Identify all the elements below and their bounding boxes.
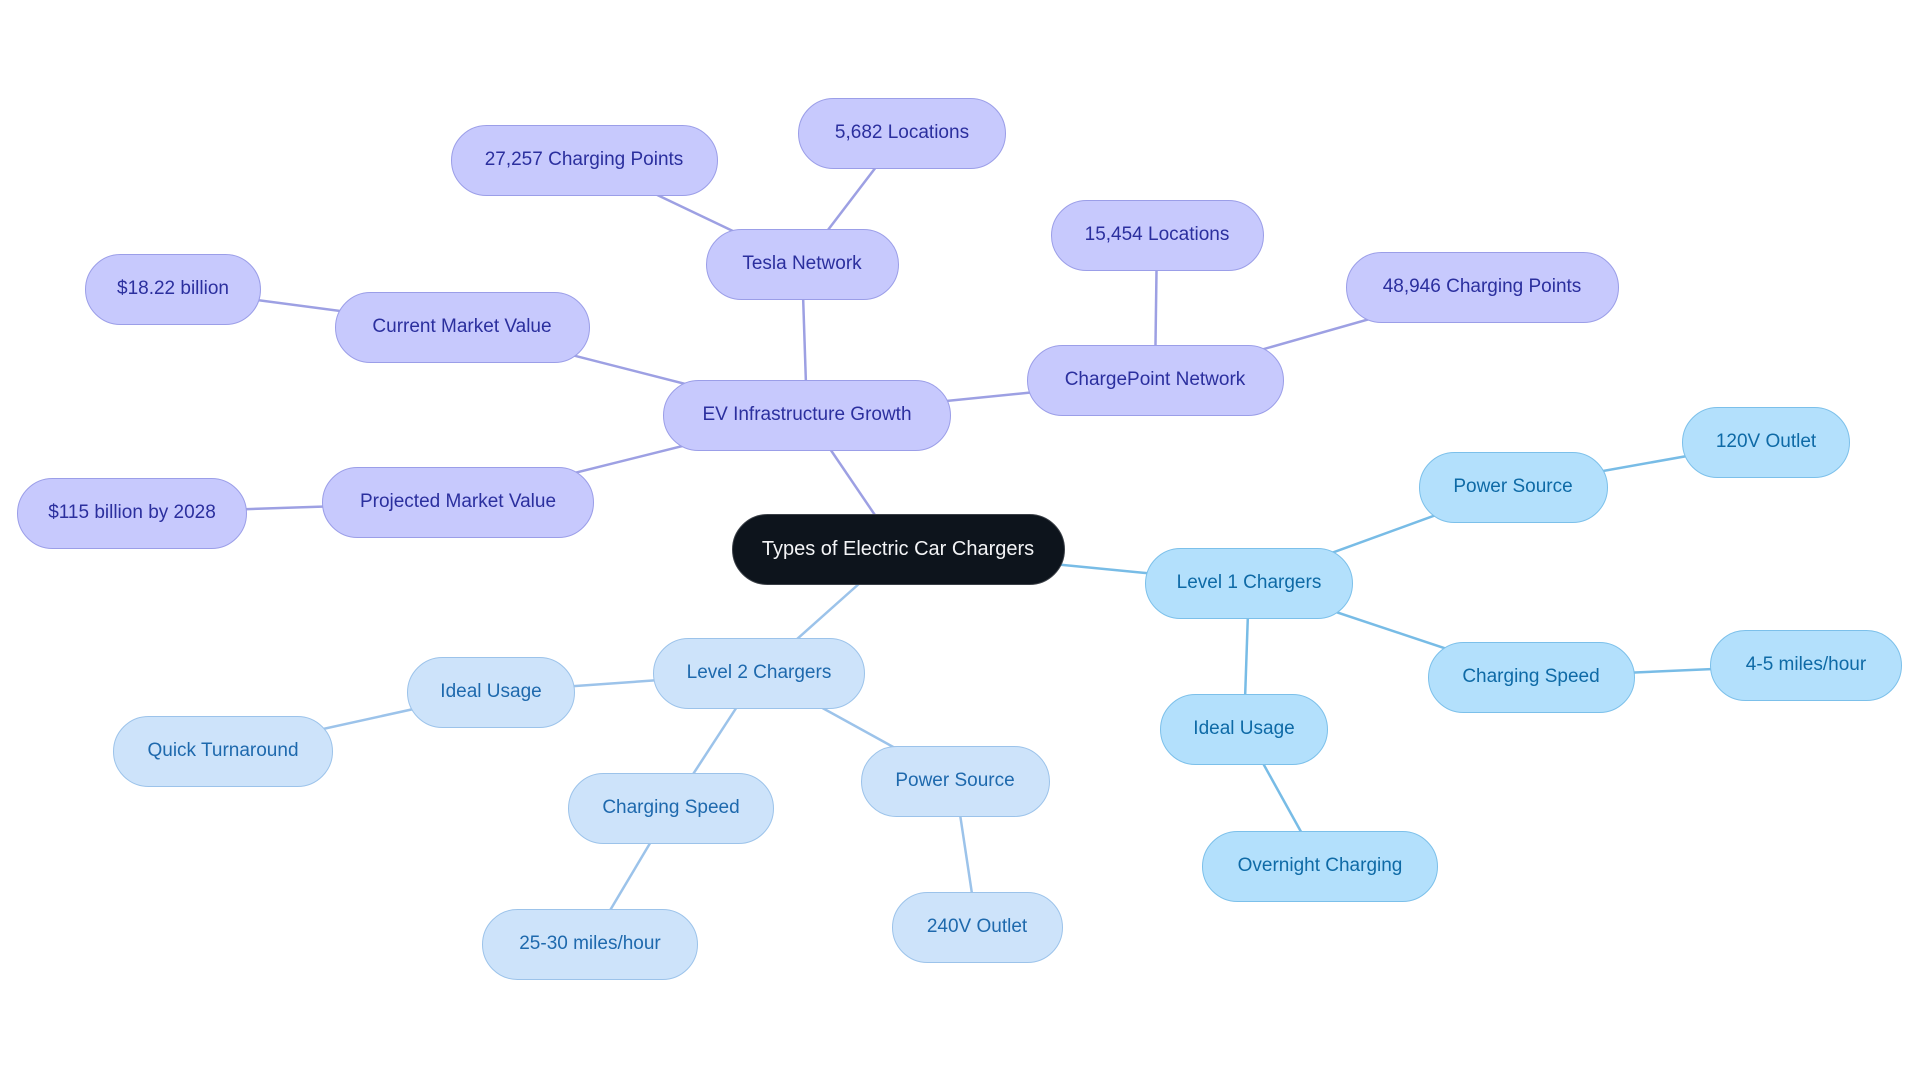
- mind-map-canvas: Types of Electric Car Chargers EV Infrast…: [0, 0, 1920, 1083]
- node-label: 27,257 Charging Points: [484, 149, 684, 170]
- node-projected-mv[interactable]: Projected Market Value: [322, 466, 594, 538]
- node-label: EV Infrastructure Growth: [702, 404, 912, 425]
- node-label: Tesla Network: [742, 253, 862, 274]
- node-cp-points[interactable]: 48,946 Charging Points: [1345, 251, 1619, 323]
- node-label: Quick Turnaround: [147, 740, 299, 761]
- node-label: Charging Speed: [1462, 666, 1600, 687]
- node-label: 25-30 miles/hour: [519, 933, 661, 954]
- node-label: 5,682 Locations: [834, 122, 970, 143]
- node-tesla[interactable]: Tesla Network: [705, 228, 899, 300]
- node-ev-infra[interactable]: EV Infrastructure Growth: [663, 379, 951, 451]
- node-label: 4-5 miles/hour: [1745, 654, 1867, 675]
- node-label: ChargePoint Network: [1064, 369, 1246, 390]
- node-l2-speed-val[interactable]: 25-30 miles/hour: [482, 908, 698, 980]
- node-label: 48,946 Charging Points: [1382, 276, 1582, 297]
- node-l1-speed-val[interactable]: 4-5 miles/hour: [1710, 629, 1902, 701]
- node-l2-power-val[interactable]: 240V Outlet: [891, 891, 1063, 963]
- node-tesla-points[interactable]: 27,257 Charging Points: [450, 124, 718, 196]
- node-l1-power-val[interactable]: 120V Outlet: [1682, 406, 1850, 478]
- node-label: $115 billion by 2028: [48, 502, 216, 523]
- node-label: Power Source: [895, 770, 1015, 791]
- node-current-mv[interactable]: Current Market Value: [334, 291, 590, 363]
- node-projected-mv-val[interactable]: $115 billion by 2028: [17, 477, 247, 549]
- node-label: Level 2 Chargers: [686, 662, 832, 683]
- root-node[interactable]: Types of Electric Car Chargers: [731, 513, 1065, 585]
- node-l2-power[interactable]: Power Source: [860, 745, 1050, 817]
- node-l1-usage-val[interactable]: Overnight Charging: [1202, 830, 1438, 902]
- node-l2-speed[interactable]: Charging Speed: [568, 772, 774, 844]
- node-label: 15,454 Locations: [1084, 224, 1230, 245]
- node-chargepoint[interactable]: ChargePoint Network: [1026, 344, 1284, 416]
- node-l1-speed[interactable]: Charging Speed: [1427, 641, 1635, 713]
- node-label: Ideal Usage: [1193, 718, 1295, 739]
- node-current-mv-val[interactable]: $18.22 billion: [85, 253, 261, 325]
- node-label: 240V Outlet: [926, 916, 1028, 937]
- node-label: Current Market Value: [372, 316, 552, 337]
- node-label: 120V Outlet: [1715, 431, 1817, 452]
- node-label: Power Source: [1453, 476, 1573, 497]
- node-l1-usage[interactable]: Ideal Usage: [1160, 693, 1328, 765]
- node-l2-usage[interactable]: Ideal Usage: [407, 656, 575, 728]
- node-level1[interactable]: Level 1 Chargers: [1145, 547, 1353, 619]
- node-level2[interactable]: Level 2 Chargers: [653, 637, 865, 709]
- node-tesla-locations[interactable]: 5,682 Locations: [798, 97, 1006, 169]
- node-l2-usage-val[interactable]: Quick Turnaround: [113, 715, 333, 787]
- node-label: $18.22 billion: [117, 278, 229, 299]
- node-l1-power[interactable]: Power Source: [1418, 451, 1608, 523]
- node-label: Level 1 Chargers: [1176, 572, 1322, 593]
- node-label: Ideal Usage: [440, 681, 542, 702]
- node-cp-locations[interactable]: 15,454 Locations: [1050, 199, 1264, 271]
- node-label: Projected Market Value: [359, 491, 557, 512]
- node-label: Overnight Charging: [1237, 855, 1403, 876]
- node-label: Charging Speed: [602, 797, 740, 818]
- node-label: Types of Electric Car Chargers: [761, 537, 1035, 560]
